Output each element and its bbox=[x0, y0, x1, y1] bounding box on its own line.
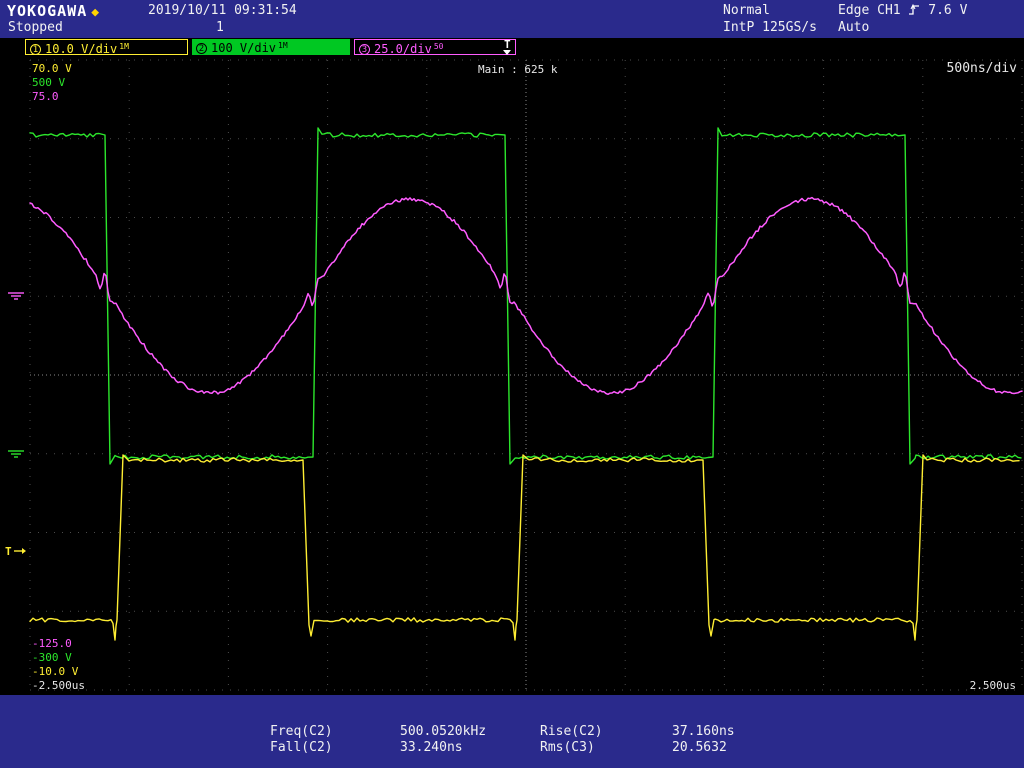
channel-3-impedance: 50 bbox=[434, 42, 444, 51]
channel-3-unit: /div bbox=[403, 42, 432, 56]
rising-edge-icon bbox=[908, 3, 920, 16]
trigger-position-icon bbox=[503, 50, 511, 55]
channel-1-scale: 10.0 V bbox=[45, 42, 88, 56]
trigger-settings[interactable]: Edge CH1 7.6 V bbox=[838, 3, 967, 18]
measurement-bar: Freq(C2) 500.0520kHz Rise(C2) 37.160ns F… bbox=[0, 695, 1024, 768]
acquisition-count: 1 bbox=[216, 20, 224, 35]
waveform-canvas: T bbox=[0, 0, 1024, 768]
channel-2-scale: 100 V bbox=[211, 41, 247, 55]
channel-3-indicator[interactable]: 3 25.0/div50 bbox=[354, 39, 516, 55]
svg-text:T: T bbox=[5, 545, 12, 558]
brand-logo: YOKOGAWA ◆ bbox=[7, 2, 100, 20]
channel-3-number-badge: 3 bbox=[359, 44, 370, 55]
channel-3-scale: 25.0 bbox=[374, 42, 403, 56]
channel-1-number-badge: 1 bbox=[30, 44, 41, 55]
time-right-label: 2.500us bbox=[940, 679, 1016, 692]
trigger-mode-label[interactable]: Normal bbox=[723, 3, 770, 18]
ch3-lower-label: -125.0 bbox=[32, 637, 72, 650]
header-bar: YOKOGAWA◆ Stopped 2019/10/11 09:31:54 1 … bbox=[0, 0, 1024, 38]
channel-1-impedance: 1M bbox=[119, 42, 129, 51]
time-left-label: -2.500us bbox=[32, 679, 85, 692]
brand-diamond-icon: ◆ bbox=[91, 5, 100, 20]
datetime-label: 2019/10/11 09:31:54 bbox=[148, 3, 297, 18]
channel-2-impedance: 1M bbox=[278, 41, 288, 50]
measurement-fall-value: 33.240ns bbox=[400, 740, 463, 755]
ch1-position-label: 70.0 V bbox=[32, 62, 72, 75]
measurement-freq-label[interactable]: Freq(C2) bbox=[270, 724, 333, 739]
measurement-rms-label[interactable]: Rms(C3) bbox=[540, 740, 595, 755]
ch2-lower-label: -300 V bbox=[32, 651, 72, 664]
record-length-label: Main : 625 k bbox=[478, 63, 557, 76]
measurement-rms-value: 20.5632 bbox=[672, 740, 727, 755]
channel-2-number-badge: 2 bbox=[196, 43, 207, 54]
trigger-level-label: 7.6 V bbox=[928, 3, 967, 18]
channel-bar: 110.0 V/div1M 2100 V/div1M 325.0/div50 T bbox=[0, 38, 1024, 56]
measurement-rise-value: 37.160ns bbox=[672, 724, 735, 739]
brand-text: YOKOGAWA bbox=[7, 2, 87, 20]
acquisition-status: Stopped bbox=[8, 20, 63, 35]
channel-1-indicator[interactable]: 1 10.0 V/div1M bbox=[25, 39, 188, 55]
trigger-source-label: Edge CH1 bbox=[838, 3, 901, 18]
trigger-sweep-label[interactable]: Auto bbox=[838, 20, 869, 35]
measurement-freq-value: 500.0520kHz bbox=[400, 724, 486, 739]
ch1-lower-label: -10.0 V bbox=[32, 665, 78, 678]
measurement-rise-label[interactable]: Rise(C2) bbox=[540, 724, 603, 739]
measurement-fall-label[interactable]: Fall(C2) bbox=[270, 740, 333, 755]
timebase-label[interactable]: 500ns/div bbox=[925, 61, 1017, 76]
ch3-position-label: 75.0 bbox=[32, 90, 59, 103]
channel-2-indicator[interactable]: 2 100 V/div1M bbox=[192, 39, 350, 55]
channel-2-unit: /div bbox=[247, 41, 276, 55]
channel-1-unit: /div bbox=[88, 42, 117, 56]
ch2-position-label: 500 V bbox=[32, 76, 65, 89]
interpolation-label: IntP 125GS/s bbox=[723, 20, 817, 35]
